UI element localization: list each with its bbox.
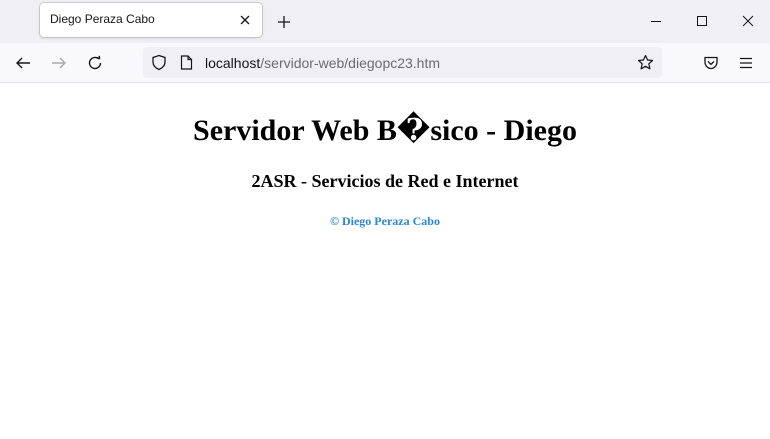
reload-icon[interactable] — [84, 52, 106, 74]
forward-arrow-icon[interactable] — [48, 52, 70, 74]
window-close-icon[interactable] — [736, 10, 760, 32]
address-bar[interactable]: localhost/servidor-web/diegopc23.htm — [143, 47, 662, 78]
minimize-icon[interactable] — [644, 10, 668, 32]
shield-icon[interactable] — [151, 54, 167, 71]
url-host: localhost — [205, 55, 261, 71]
back-arrow-icon[interactable] — [12, 52, 34, 74]
tab-title: Diego Peraza Cabo — [50, 12, 155, 26]
close-icon[interactable] — [236, 11, 254, 29]
tab-active[interactable]: Diego Peraza Cabo — [40, 3, 262, 37]
bookmark-star-icon[interactable] — [637, 54, 654, 71]
navigation-toolbar: localhost/servidor-web/diegopc23.htm — [0, 43, 770, 83]
page-subtitle: 2ASR - Servicios de Red e Internet — [251, 171, 519, 191]
pocket-icon[interactable] — [700, 52, 722, 74]
page-content: Servidor Web B�sico - Diego 2ASR - Servi… — [0, 83, 770, 439]
url-path: /servidor-web/diegopc23.htm — [260, 55, 441, 71]
page-title: Servidor Web B�sico - Diego — [193, 114, 577, 147]
maximize-icon[interactable] — [690, 10, 714, 32]
copyright-footer: © Diego Peraza Cabo — [330, 214, 440, 228]
page-icon[interactable] — [180, 55, 193, 70]
tab-strip: Diego Peraza Cabo — [0, 0, 770, 43]
url-text[interactable]: localhost/servidor-web/diegopc23.htm — [205, 55, 440, 71]
new-tab-plus-icon[interactable] — [274, 12, 294, 32]
menu-hamburger-icon[interactable] — [735, 52, 757, 74]
